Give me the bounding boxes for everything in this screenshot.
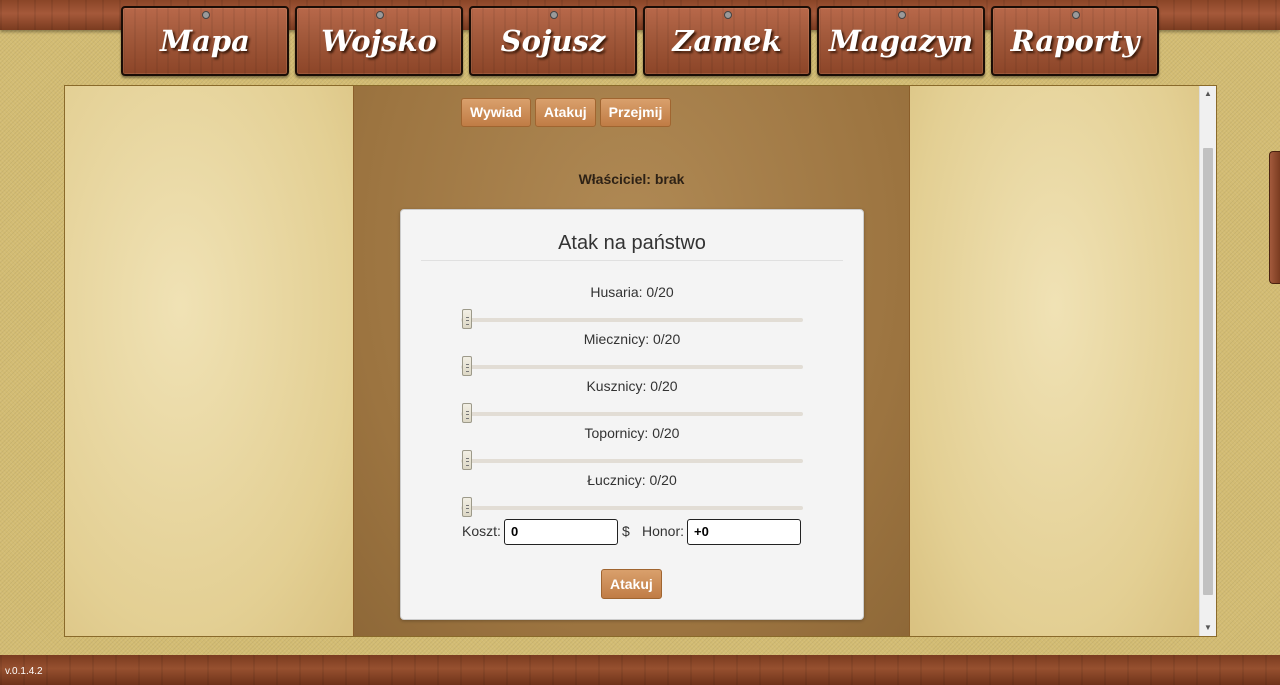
nav-label: Wojsko bbox=[321, 24, 437, 58]
slider-track bbox=[461, 506, 803, 510]
slider-track bbox=[461, 412, 803, 416]
grip-icon bbox=[466, 505, 469, 513]
honor-label: Honor: bbox=[642, 523, 685, 539]
slider-handle[interactable] bbox=[462, 450, 472, 470]
nav-button-mapa[interactable]: Mapa bbox=[121, 6, 289, 76]
unit-husaria: Husaria: 0/20 bbox=[461, 283, 803, 329]
unit-name: Łucznicy: bbox=[587, 472, 646, 488]
action-buttons: Wywiad Atakuj Przejmij bbox=[461, 98, 672, 127]
unit-count: 0/20 bbox=[653, 331, 681, 347]
slider-handle[interactable] bbox=[462, 497, 472, 517]
unit-label: Miecznicy: 0/20 bbox=[461, 330, 803, 348]
slider-handle[interactable] bbox=[462, 356, 472, 376]
left-panel bbox=[65, 86, 354, 636]
nav-button-zamek[interactable]: Zamek bbox=[643, 6, 811, 76]
unit-name: Topornicy: bbox=[584, 425, 649, 441]
scrollbar[interactable]: ▲ ▼ bbox=[1199, 86, 1216, 636]
pin-icon bbox=[550, 11, 558, 19]
unit-name: Kusznicy: bbox=[586, 378, 647, 394]
right-panel bbox=[910, 86, 1200, 636]
main-nav: Mapa Wojsko Sojusz Zamek Magazyn Raporty bbox=[121, 6, 1159, 76]
owner-status: Właściciel: brak bbox=[578, 171, 685, 187]
pin-icon bbox=[376, 11, 384, 19]
side-tab[interactable] bbox=[1269, 151, 1280, 284]
currency-label: $ bbox=[622, 523, 630, 539]
nav-button-raporty[interactable]: Raporty bbox=[991, 6, 1159, 76]
unit-slider[interactable] bbox=[461, 450, 803, 470]
pin-icon bbox=[202, 11, 210, 19]
unit-topornicy: Topornicy: 0/20 bbox=[461, 424, 803, 470]
unit-label: Topornicy: 0/20 bbox=[461, 424, 803, 442]
slider-track bbox=[461, 459, 803, 463]
honor-field[interactable]: +0 bbox=[687, 519, 801, 545]
nav-button-magazyn[interactable]: Magazyn bbox=[817, 6, 985, 76]
unit-label: Łucznicy: 0/20 bbox=[461, 471, 803, 489]
slider-track bbox=[461, 365, 803, 369]
pin-icon bbox=[1072, 11, 1080, 19]
slider-handle[interactable] bbox=[462, 403, 472, 423]
scroll-thumb[interactable] bbox=[1203, 148, 1213, 595]
unit-name: Husaria: bbox=[590, 284, 643, 300]
unit-name: Miecznicy: bbox=[583, 331, 650, 347]
unit-count: 0/20 bbox=[646, 284, 674, 300]
scroll-down-arrow-icon[interactable]: ▼ bbox=[1200, 620, 1216, 636]
nav-button-wojsko[interactable]: Wojsko bbox=[295, 6, 463, 76]
atakuj-button[interactable]: Atakuj bbox=[534, 98, 596, 127]
nav-label: Magazyn bbox=[828, 24, 974, 58]
slider-handle[interactable] bbox=[462, 309, 472, 329]
dialog-title: Atak na państwo bbox=[421, 232, 843, 261]
unit-count: 0/20 bbox=[650, 378, 678, 394]
wywiad-button[interactable]: Wywiad bbox=[461, 98, 531, 127]
grip-icon bbox=[466, 458, 469, 466]
cost-label: Koszt: bbox=[462, 523, 501, 539]
grip-icon bbox=[466, 411, 469, 419]
bottom-wood-bar bbox=[0, 655, 1280, 685]
nav-label: Raporty bbox=[1010, 24, 1140, 58]
nav-label: Mapa bbox=[160, 24, 250, 58]
scroll-up-arrow-icon[interactable]: ▲ bbox=[1200, 86, 1216, 102]
unit-miecznicy: Miecznicy: 0/20 bbox=[461, 330, 803, 376]
pin-icon bbox=[724, 11, 732, 19]
cost-field[interactable]: 0 bbox=[504, 519, 618, 545]
unit-count: 0/20 bbox=[649, 472, 677, 488]
version-label: v.0.1.4.2 bbox=[5, 666, 43, 677]
unit-label: Husaria: 0/20 bbox=[461, 283, 803, 301]
grip-icon bbox=[466, 364, 469, 372]
cost-honor-row: Koszt: 0 $ Honor: +0 bbox=[461, 519, 811, 545]
pin-icon bbox=[898, 11, 906, 19]
unit-label: Kusznicy: 0/20 bbox=[461, 377, 803, 395]
attack-dialog: Atak na państwo Husaria: 0/20 Miecznicy:… bbox=[400, 209, 864, 620]
unit-lucznicy: Łucznicy: 0/20 bbox=[461, 471, 803, 517]
unit-slider[interactable] bbox=[461, 356, 803, 376]
unit-slider[interactable] bbox=[461, 403, 803, 423]
nav-label: Sojusz bbox=[500, 24, 606, 58]
przejmij-button[interactable]: Przejmij bbox=[599, 98, 672, 127]
nav-label: Zamek bbox=[672, 24, 782, 58]
unit-slider[interactable] bbox=[461, 309, 803, 329]
unit-slider[interactable] bbox=[461, 497, 803, 517]
attack-submit-button[interactable]: Atakuj bbox=[601, 569, 662, 599]
grip-icon bbox=[466, 317, 469, 325]
slider-track bbox=[461, 318, 803, 322]
nav-button-sojusz[interactable]: Sojusz bbox=[469, 6, 637, 76]
unit-kusznicy: Kusznicy: 0/20 bbox=[461, 377, 803, 423]
unit-count: 0/20 bbox=[652, 425, 680, 441]
